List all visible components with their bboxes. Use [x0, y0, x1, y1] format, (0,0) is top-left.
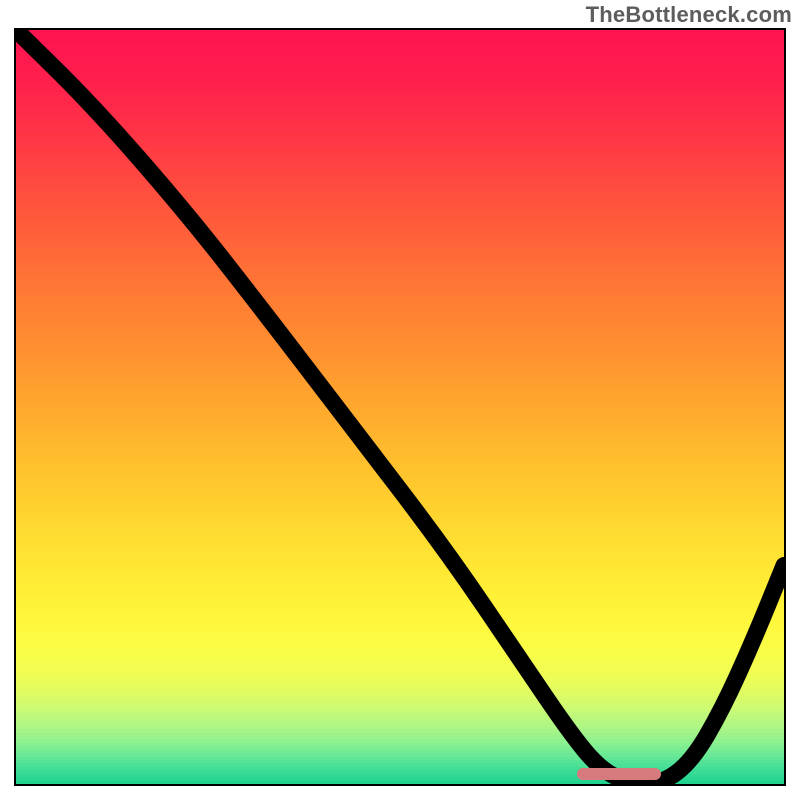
- heat-gradient-background: [16, 30, 784, 784]
- watermark-text: TheBottleneck.com: [586, 2, 792, 28]
- plot-area: [14, 28, 786, 786]
- chart-frame: TheBottleneck.com: [0, 0, 800, 800]
- optimal-range-marker: [577, 768, 661, 780]
